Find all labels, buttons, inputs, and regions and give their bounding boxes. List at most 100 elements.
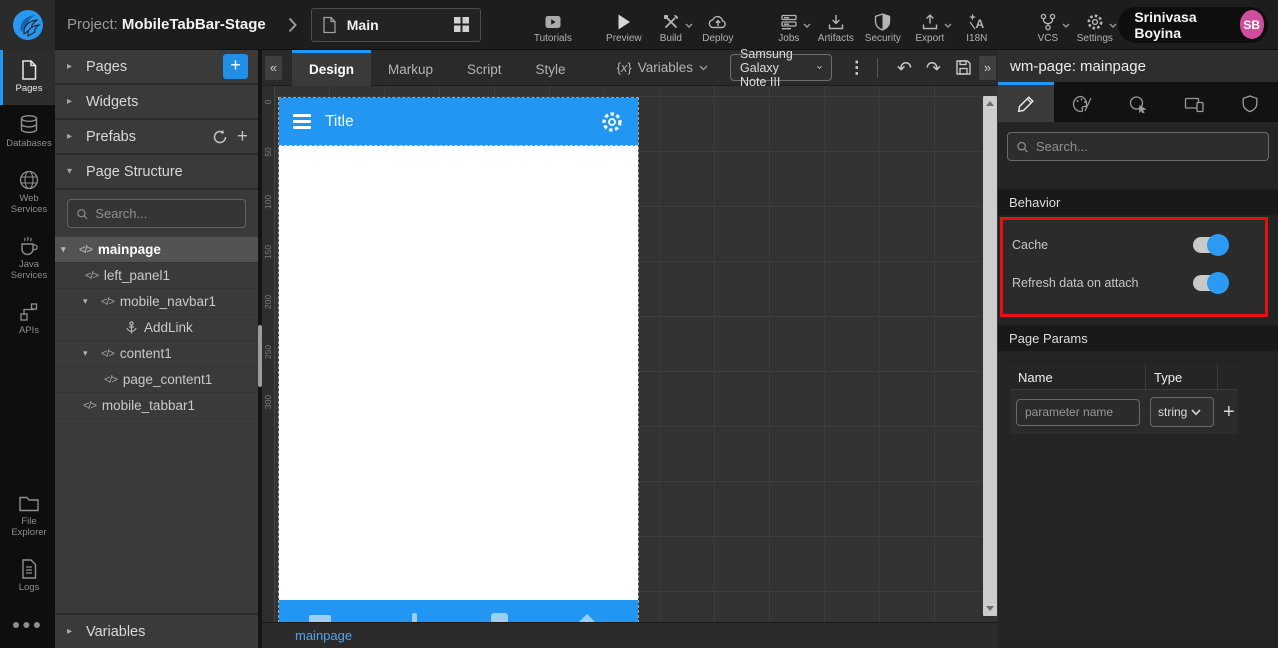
section-prefabs[interactable]: ▸ Prefabs + xyxy=(55,120,258,155)
page-params-section-header[interactable]: Page Params xyxy=(998,325,1278,351)
tab-styles[interactable] xyxy=(1054,82,1110,122)
sidebar-item-file-explorer[interactable]: File Explorer xyxy=(0,485,55,549)
tree-node-mobile-navbar1[interactable]: ▾ </> mobile_navbar1 xyxy=(55,289,258,315)
security-button[interactable]: Security xyxy=(859,5,906,44)
tabbar-icon-fragment xyxy=(491,613,508,622)
tab-security[interactable] xyxy=(1222,82,1278,122)
tree-node-content1[interactable]: ▾ </> content1 xyxy=(55,341,258,367)
variables-button[interactable]: {x} Variables xyxy=(617,60,708,75)
tab-script[interactable]: Script xyxy=(450,50,519,86)
section-pages[interactable]: ▸ Pages + xyxy=(55,50,258,85)
device-select[interactable]: Samsung Galaxy Note III xyxy=(730,47,833,89)
expand-right-panel-icon[interactable]: » xyxy=(979,55,996,80)
tutorials-button[interactable]: Tutorials xyxy=(529,5,576,44)
refresh-data-toggle[interactable] xyxy=(1193,272,1229,294)
tab-markup[interactable]: Markup xyxy=(371,50,450,86)
tutorials-icon xyxy=(544,12,562,31)
redo-icon[interactable]: ↷ xyxy=(926,59,941,77)
pages-icon xyxy=(22,60,37,80)
page-selector[interactable]: Main xyxy=(310,7,482,42)
section-page-structure[interactable]: ▾ Page Structure xyxy=(55,155,258,190)
wavemaker-logo[interactable] xyxy=(0,0,55,50)
jobs-button[interactable]: Jobs xyxy=(765,5,812,44)
sidebar-item-java-services[interactable]: Java Services xyxy=(0,226,55,292)
vcs-button[interactable]: VCS xyxy=(1024,5,1071,44)
widgets-collapsed-caret-icon: ▸ xyxy=(67,96,73,107)
build-button[interactable]: Build xyxy=(647,5,694,44)
file-explorer-icon xyxy=(19,497,39,512)
add-page-button[interactable]: + xyxy=(223,54,248,79)
tab-design[interactable]: Design xyxy=(292,49,372,86)
page-structure-search-input[interactable] xyxy=(95,206,237,221)
tab-devices[interactable] xyxy=(1166,82,1222,122)
more-options-icon[interactable]: ●●● xyxy=(0,604,55,648)
tab-style[interactable]: Style xyxy=(519,50,583,86)
project-label: Project: xyxy=(67,16,118,33)
save-icon[interactable] xyxy=(955,59,972,76)
properties-search-input[interactable] xyxy=(1035,139,1260,154)
page-content-widget[interactable] xyxy=(279,146,638,600)
expand-caret-icon[interactable]: ▾ xyxy=(83,296,95,307)
canvas-toolbar: « Design Markup Script Style {x} Variabl… xyxy=(262,47,998,89)
ruler-mark: 100 xyxy=(263,194,273,210)
mobile-navbar-widget[interactable]: Title xyxy=(279,98,638,146)
tabbar-icon-fragment xyxy=(579,614,595,622)
tree-node-mainpage[interactable]: ▾ </> mainpage xyxy=(55,237,258,263)
section-widgets[interactable]: ▸ Widgets xyxy=(55,85,258,120)
scroll-up-icon[interactable] xyxy=(986,101,994,106)
avatar: SB xyxy=(1239,10,1264,39)
export-button[interactable]: Export xyxy=(906,5,953,44)
refresh-prefabs-icon[interactable] xyxy=(212,129,228,145)
preview-button[interactable]: Preview xyxy=(600,5,647,44)
canvas-scrollbar[interactable] xyxy=(983,96,997,616)
section-variables[interactable]: ▸ Variables xyxy=(55,613,258,648)
tree-node-mobile-tabbar1[interactable]: </> mobile_tabbar1 xyxy=(55,393,258,419)
settings-button[interactable]: Settings xyxy=(1071,5,1118,44)
deploy-button[interactable]: Deploy xyxy=(694,5,741,44)
artifacts-label: Artifacts xyxy=(817,33,854,44)
sidebar-item-web-services[interactable]: Web Services xyxy=(0,160,55,226)
artifacts-button[interactable]: Artifacts xyxy=(812,5,859,44)
design-canvas[interactable]: 0 50 100 150 200 250 300 Title xyxy=(262,86,998,622)
expand-caret-icon[interactable]: ▾ xyxy=(61,244,73,255)
tree-node-page-content1[interactable]: </> page_content1 xyxy=(55,367,258,393)
i18n-button[interactable]: A I18N xyxy=(953,5,1000,44)
undo-icon[interactable]: ↶ xyxy=(897,59,912,77)
ruler-mark: 300 xyxy=(263,394,273,410)
tabbar-icon-fragment xyxy=(412,613,417,622)
search-icon xyxy=(1017,141,1028,152)
sidebar-item-databases[interactable]: Databases xyxy=(0,105,55,160)
tree-node-addlink[interactable]: AddLink xyxy=(55,315,258,341)
tree-node-left-panel1[interactable]: </> left_panel1 xyxy=(55,263,258,289)
sidebar-item-apis[interactable]: APIs xyxy=(0,292,55,347)
mobile-tabbar-widget[interactable] xyxy=(279,600,638,622)
param-type-select[interactable]: string xyxy=(1150,397,1214,427)
param-name-input[interactable] xyxy=(1016,398,1140,426)
tab-properties[interactable] xyxy=(998,82,1054,122)
cache-toggle[interactable] xyxy=(1193,234,1229,256)
sidebar-item-pages[interactable]: Pages xyxy=(0,50,55,105)
navbar-gear-icon[interactable] xyxy=(600,110,624,134)
page-structure-search[interactable] xyxy=(67,199,246,228)
open-page-tab[interactable]: mainpage xyxy=(295,628,352,643)
user-menu[interactable]: Srinivasa Boyina SB xyxy=(1118,6,1268,43)
tab-events[interactable] xyxy=(1110,82,1166,122)
add-prefab-icon[interactable]: + xyxy=(237,127,248,146)
hamburger-menu-icon[interactable] xyxy=(293,114,311,129)
expand-caret-icon[interactable]: ▾ xyxy=(83,348,95,359)
widget-code-icon: </> xyxy=(104,373,118,386)
sidebar-item-logs[interactable]: Logs xyxy=(0,549,55,604)
security-icon xyxy=(874,12,891,31)
more-actions-icon[interactable]: ⋮ xyxy=(848,58,865,78)
add-param-button[interactable]: + xyxy=(1218,401,1235,424)
widget-code-icon: </> xyxy=(101,295,115,308)
page-title[interactable]: Title xyxy=(325,113,586,131)
collapse-left-panel-icon[interactable]: « xyxy=(265,55,282,80)
behavior-section-header[interactable]: Behavior xyxy=(998,189,1278,215)
properties-search[interactable] xyxy=(1007,132,1269,161)
page-grid-icon[interactable] xyxy=(453,16,470,33)
scroll-down-icon[interactable] xyxy=(986,606,994,611)
phone-preview[interactable]: Title xyxy=(278,97,639,622)
pages-section-label: Pages xyxy=(86,58,128,75)
cache-label: Cache xyxy=(1012,238,1049,252)
